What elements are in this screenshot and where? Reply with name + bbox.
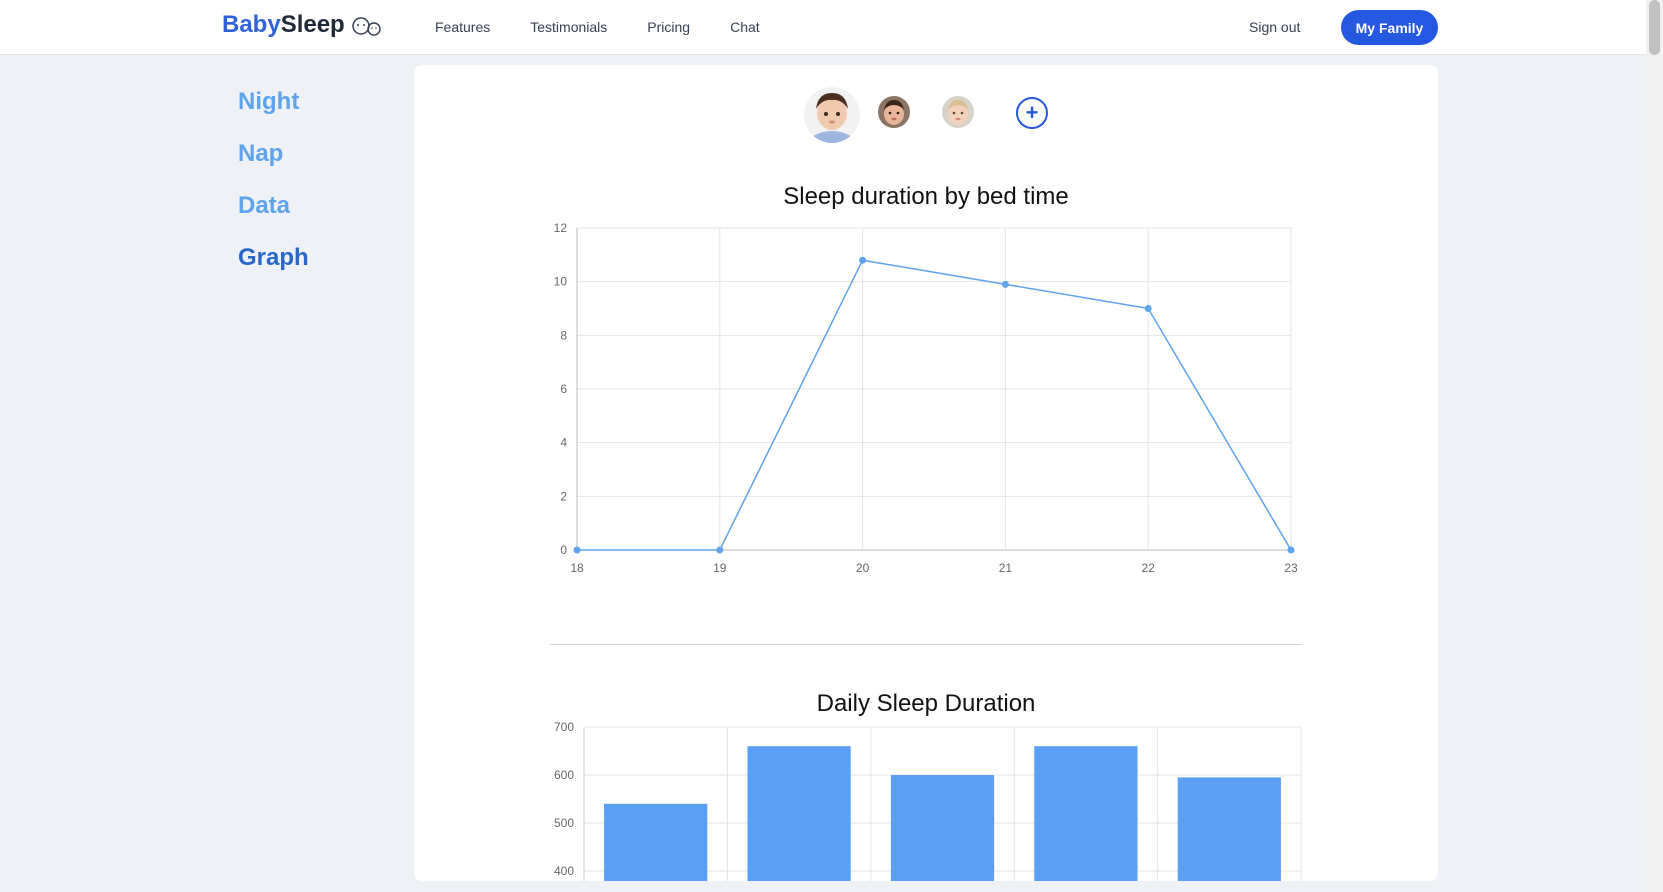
child-photo-icon — [878, 96, 910, 128]
data-point — [1144, 305, 1152, 312]
bar — [890, 775, 995, 881]
x-tick-label: 19 — [713, 561, 727, 575]
data-point — [859, 256, 867, 264]
y-tick-label: 12 — [554, 221, 568, 235]
top-navbar: Baby Sleep Features Testimonials Pricing … — [0, 0, 1663, 55]
data-point — [1001, 280, 1009, 288]
section-divider — [550, 644, 1302, 645]
nav-pricing[interactable]: Pricing — [647, 19, 690, 35]
child-photo-icon — [804, 87, 860, 143]
sidebar-item-data[interactable]: Data — [238, 190, 309, 242]
main-nav: Features Testimonials Pricing Chat — [435, 19, 800, 35]
brand-name-part2: Sleep — [280, 11, 345, 38]
nav-features[interactable]: Features — [435, 19, 490, 35]
baby-faces-icon — [351, 17, 381, 36]
my-family-button[interactable]: My Family — [1341, 10, 1438, 45]
y-tick-label: 4 — [560, 436, 567, 450]
y-tick-label: 10 — [554, 275, 568, 289]
page-scrollbar[interactable] — [1646, 0, 1663, 892]
bar-chart-title: Daily Sleep Duration — [816, 690, 1036, 717]
sidebar-item-graph[interactable]: Graph — [238, 242, 309, 294]
y-tick-label: 8 — [560, 328, 567, 342]
bar — [1034, 746, 1138, 881]
y-tick-label: 500 — [554, 816, 574, 830]
sidebar: Night Nap Data Graph — [238, 86, 309, 294]
y-tick-label: 2 — [560, 489, 567, 503]
bar — [747, 746, 851, 881]
child-photo-icon — [942, 96, 974, 128]
x-tick-label: 22 — [1142, 561, 1156, 575]
data-point — [573, 546, 581, 554]
bar — [604, 803, 708, 881]
sign-out-link[interactable]: Sign out — [1249, 19, 1300, 35]
x-tick-label: 18 — [570, 561, 584, 575]
y-tick-label: 400 — [554, 864, 574, 878]
scrollbar-thumb[interactable] — [1649, 0, 1660, 55]
add-child-button[interactable]: + — [1016, 97, 1048, 129]
sleep-by-bedtime-chart: 0 2 4 6 8 10 12 18 19 20 21 22 23 — [554, 221, 1298, 575]
bar — [1177, 777, 1281, 881]
x-tick-label: 23 — [1284, 561, 1298, 575]
x-tick-label: 21 — [999, 561, 1013, 575]
line-chart-title: Sleep duration by bed time — [783, 183, 1069, 210]
nav-chat[interactable]: Chat — [730, 19, 760, 35]
child-avatar-3[interactable] — [942, 96, 974, 128]
x-tick-label: 20 — [856, 561, 870, 575]
sidebar-item-night[interactable]: Night — [238, 86, 309, 138]
y-tick-label: 600 — [554, 768, 574, 782]
main-card: + Sleep duration by bed time 0 2 4 6 8 10 12 18… — [414, 65, 1438, 881]
daily-sleep-duration-chart: 400 500 600 700 — [554, 721, 1302, 881]
data-point — [716, 546, 724, 554]
data-point — [1287, 546, 1295, 554]
y-tick-label: 700 — [554, 721, 574, 734]
brand-logo[interactable]: Baby Sleep — [222, 11, 383, 39]
sidebar-item-nap[interactable]: Nap — [238, 138, 309, 190]
y-tick-label: 0 — [560, 543, 567, 557]
nav-testimonials[interactable]: Testimonials — [530, 19, 607, 35]
series-line — [577, 259, 1292, 551]
child-avatar-1[interactable] — [804, 87, 860, 143]
brand-name-part1: Baby — [222, 11, 281, 38]
child-avatar-2[interactable] — [878, 96, 910, 128]
y-tick-label: 6 — [560, 382, 567, 396]
